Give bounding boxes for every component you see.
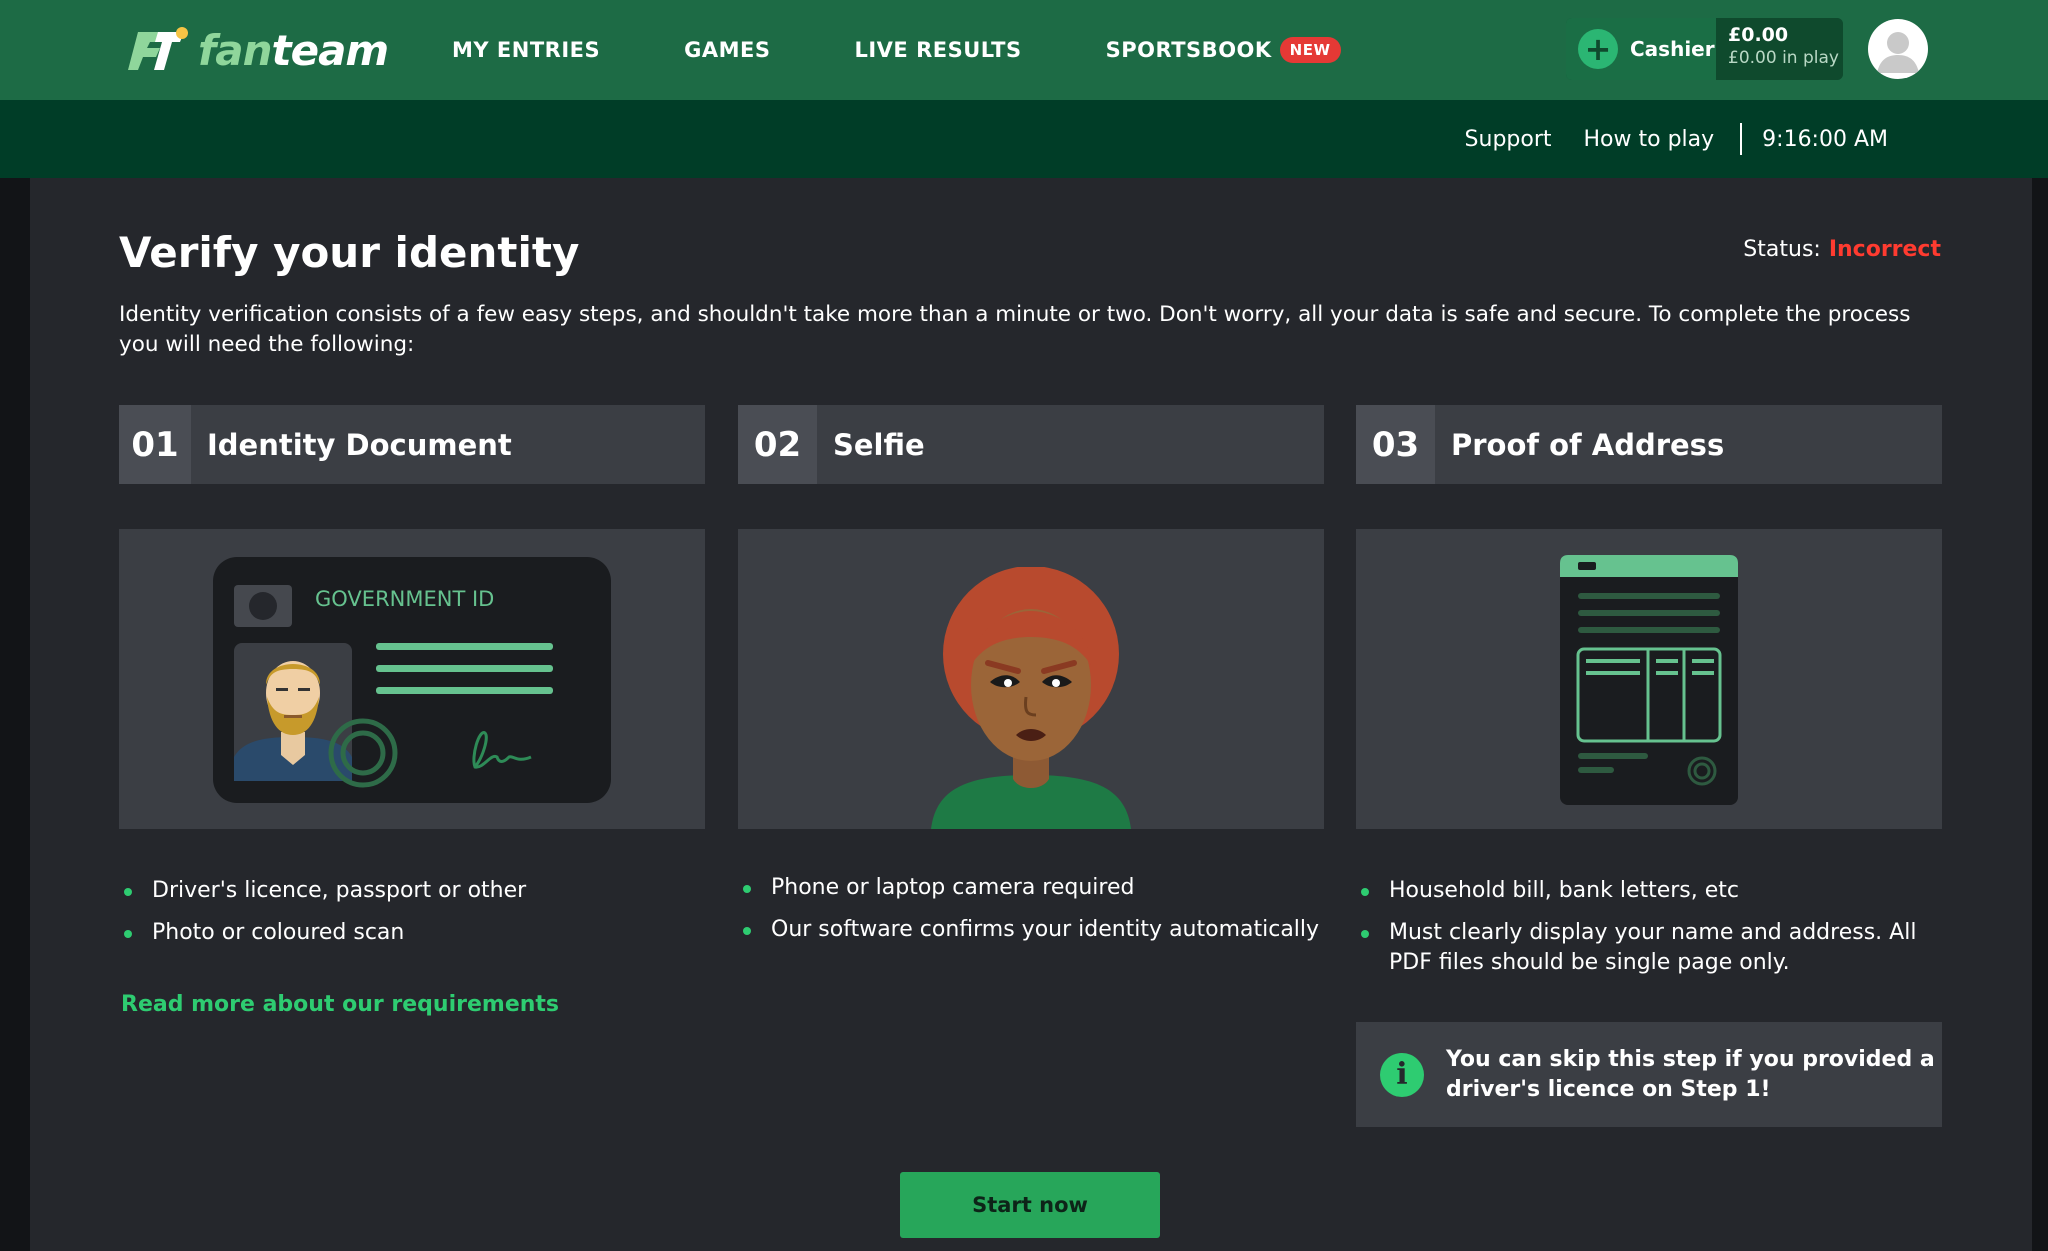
clock: 9:16:00 AM [1762,126,1888,152]
list-item: Photo or coloured scan [119,918,699,948]
list-item: Must clearly display your name and addre… [1356,918,1942,978]
support-link[interactable]: Support [1465,127,1552,152]
proof-of-address-requirements: Household bill, bank letters, etc Must c… [1356,876,1942,990]
selfie-illustration [738,529,1324,829]
secondary-bar: Support How to play 9:16:00 AM [0,100,2048,178]
nav-my-entries-label: MY ENTRIES [452,38,601,62]
proof-of-address-illustration [1356,529,1942,829]
nav-sportsbook-label: SPORTSBOOK [1105,38,1272,62]
step-selfie: 02 Selfie [738,405,1324,484]
list-item: Phone or laptop camera required [738,873,1324,903]
selfie-person-illustration [931,567,1131,829]
balance-amount: £0.00 [1728,24,1789,46]
step-number: 02 [738,405,817,484]
government-id-label: GOVERNMENT ID [315,587,494,611]
divider [1740,123,1743,155]
step-title: Proof of Address [1451,427,1725,462]
skip-step-info-box: i You can skip this step if you provided… [1356,1022,1942,1127]
list-item: Our software confirms your identity auto… [738,915,1324,945]
logo-wordmark: fanteam [198,25,390,75]
info-text: You can skip this step if you provided a… [1446,1046,1935,1102]
fanteam-logo[interactable]: fanteam [126,20,390,80]
step-title: Identity Document [207,427,512,462]
nav-games-label: GAMES [684,38,771,62]
list-item: Household bill, bank letters, etc [1356,876,1942,906]
start-now-button[interactable]: Start now [900,1172,1160,1238]
identity-document-illustration: GOVERNMENT ID [119,529,705,829]
bill-document-illustration [1560,555,1738,805]
nav-live-results[interactable]: LIVE RESULTS [854,38,1021,62]
step-identity-document: 01 Identity Document [119,405,705,484]
fanteam-logo-icon [128,27,188,70]
plus-icon: + [1578,29,1618,69]
list-item: Driver's licence, passport or other [119,876,699,906]
nav-live-results-label: LIVE RESULTS [854,38,1022,62]
info-icon: i [1380,1052,1424,1097]
balance-in-play: £0.00 in play [1728,48,1839,68]
balance-display[interactable]: £0.00 £0.00 in play [1716,18,1843,80]
read-more-requirements-link[interactable]: Read more about our requirements [121,992,559,1017]
main-nav: MY ENTRIES GAMES LIVE RESULTS SPORTSBOOK… [452,0,1425,100]
logo-text-team: team [271,25,390,75]
cashier-widget: + Cashier £0.00 £0.00 in play [1566,18,1843,80]
nav-my-entries[interactable]: MY ENTRIES [452,38,600,62]
page-title: Verify your identity [119,228,580,277]
user-icon [1877,32,1919,73]
status-label: Status: [1743,237,1821,262]
cashier-label: Cashier [1630,37,1715,61]
selfie-requirements: Phone or laptop camera required Our soft… [738,873,1324,957]
step-proof-of-address: 03 Proof of Address [1356,405,1942,484]
how-to-play-link[interactable]: How to play [1584,127,1715,152]
user-avatar[interactable] [1868,19,1928,79]
step-title: Selfie [833,427,925,462]
cashier-button[interactable]: + Cashier [1566,18,1716,80]
secondary-links: Support How to play 9:16:00 AM [1433,100,1888,178]
intro-text: Identity verification consists of a few … [119,302,1911,357]
verification-status: Status: Incorrect [1743,237,1941,262]
nav-sportsbook[interactable]: SPORTSBOOK NEW [1106,37,1341,63]
logo-text-fan: fan [198,25,273,75]
top-header: fanteam MY ENTRIES GAMES LIVE RESULTS SP… [0,0,2048,100]
new-badge: NEW [1279,37,1341,63]
step-number: 03 [1356,405,1435,484]
government-id-card-illustration: GOVERNMENT ID [213,557,611,803]
identity-document-requirements: Driver's licence, passport or other Phot… [119,876,699,960]
right-gutter [2032,178,2048,1251]
status-value: Incorrect [1828,237,1941,262]
nav-games[interactable]: GAMES [684,38,770,62]
left-gutter [0,178,30,1251]
step-number: 01 [119,405,191,484]
